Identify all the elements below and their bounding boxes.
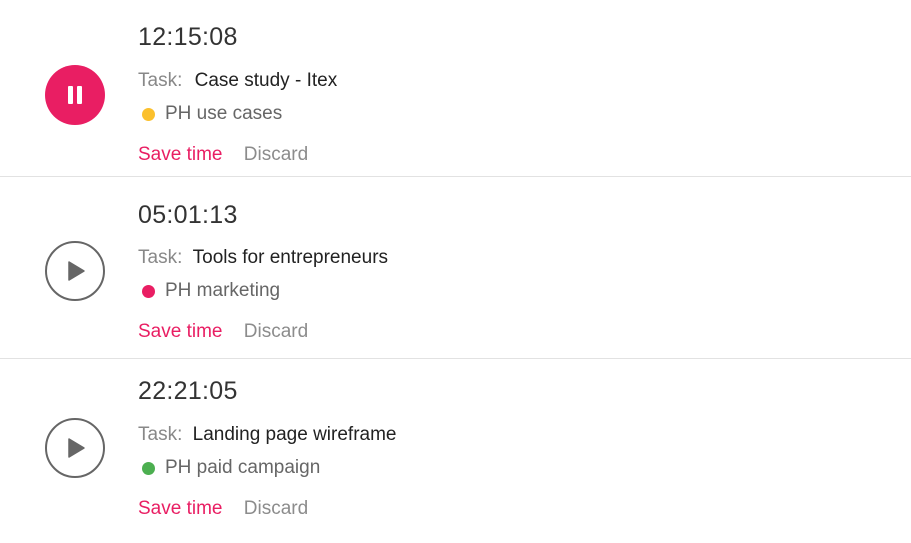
play-icon bbox=[68, 438, 85, 458]
timer-row: 05:01:13 Task: Tools for entrepreneurs P… bbox=[0, 182, 911, 359]
task-line: Task: Case study - Itex bbox=[138, 70, 337, 92]
project-tag: PH paid campaign bbox=[142, 457, 320, 479]
discard-button[interactable]: Discard bbox=[244, 144, 308, 165]
timer-row: 12:15:08 Task: Case study - Itex PH use … bbox=[0, 0, 911, 177]
play-button[interactable] bbox=[45, 418, 105, 478]
play-button[interactable] bbox=[45, 241, 105, 301]
save-time-button[interactable]: Save time bbox=[138, 144, 222, 165]
project-color-dot bbox=[142, 461, 155, 475]
save-time-button[interactable]: Save time bbox=[138, 321, 222, 342]
task-line: Task: Tools for entrepreneurs bbox=[138, 247, 388, 269]
play-icon bbox=[68, 261, 85, 281]
project-tag: PH marketing bbox=[142, 280, 280, 302]
task-prefix: Task: bbox=[138, 70, 183, 91]
timer-value: 12:15:08 bbox=[138, 23, 238, 51]
timer-row: 22:21:05 Task: Landing page wireframe PH… bbox=[0, 359, 911, 543]
task-line: Task: Landing page wireframe bbox=[138, 424, 397, 446]
pause-button[interactable] bbox=[45, 65, 105, 125]
row-actions: Save time Discard bbox=[138, 144, 308, 166]
timer-list: 12:15:08 Task: Case study - Itex PH use … bbox=[0, 0, 911, 543]
project-color-dot bbox=[142, 107, 155, 121]
task-name: Landing page wireframe bbox=[192, 424, 397, 445]
save-time-button[interactable]: Save time bbox=[138, 498, 222, 519]
project-name: PH use cases bbox=[165, 103, 283, 124]
row-actions: Save time Discard bbox=[138, 321, 308, 343]
discard-button[interactable]: Discard bbox=[244, 498, 308, 519]
project-name: PH marketing bbox=[165, 280, 281, 301]
task-prefix: Task: bbox=[138, 247, 183, 268]
discard-button[interactable]: Discard bbox=[244, 321, 308, 342]
pause-icon bbox=[68, 86, 82, 104]
project-color-dot bbox=[142, 284, 155, 298]
timer-value: 05:01:13 bbox=[138, 201, 238, 229]
timer-value: 22:21:05 bbox=[138, 377, 238, 405]
project-tag: PH use cases bbox=[142, 103, 282, 125]
row-actions: Save time Discard bbox=[138, 498, 308, 520]
project-name: PH paid campaign bbox=[165, 457, 321, 478]
task-name: Tools for entrepreneurs bbox=[192, 247, 389, 268]
task-name: Case study - Itex bbox=[194, 70, 338, 91]
task-prefix: Task: bbox=[138, 424, 183, 445]
